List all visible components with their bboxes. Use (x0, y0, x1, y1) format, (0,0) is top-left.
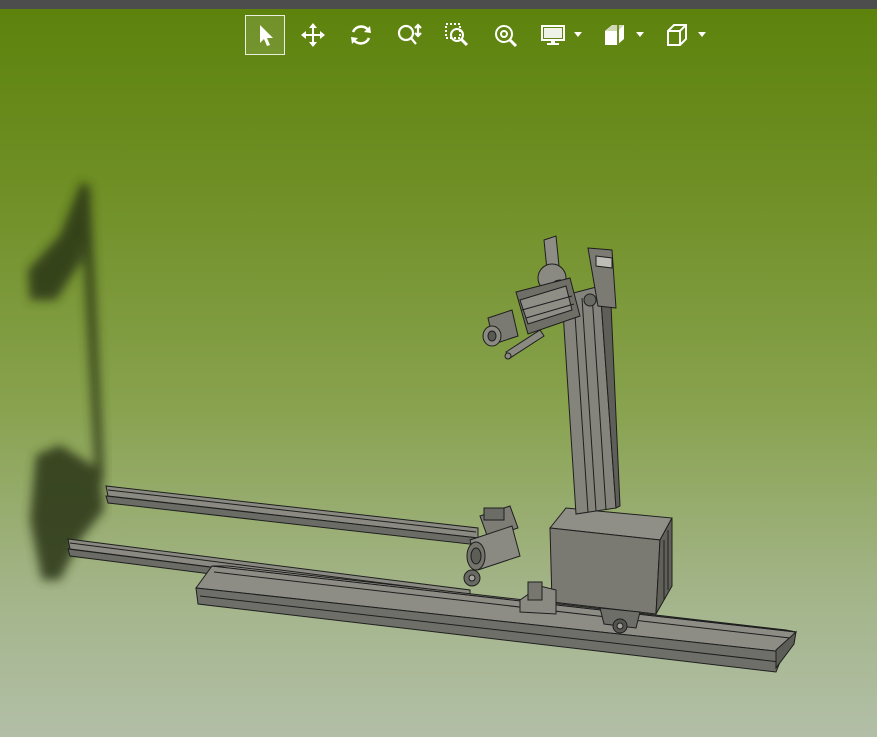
view-orientation-dropdown[interactable] (657, 15, 707, 55)
rail-motor (463, 505, 521, 587)
model-shadow (28, 180, 104, 580)
chevron-down-icon[interactable] (573, 15, 583, 55)
display-mode-dropdown[interactable] (533, 15, 583, 55)
section-cube-icon[interactable] (595, 15, 635, 55)
view-cube-icon[interactable] (657, 15, 697, 55)
zoom-fit-icon[interactable] (485, 15, 525, 55)
3d-viewport[interactable] (0, 0, 877, 737)
zoom-window-icon[interactable] (437, 15, 477, 55)
chevron-down-icon[interactable] (697, 15, 707, 55)
base-channel (195, 565, 797, 673)
monitor-icon[interactable] (533, 15, 573, 55)
rotate-icon[interactable] (341, 15, 381, 55)
cad-model-scene[interactable] (0, 0, 877, 737)
view-toolbar (245, 14, 719, 56)
section-dropdown[interactable] (595, 15, 645, 55)
zoom-updown-icon[interactable] (389, 15, 429, 55)
pan-move-icon[interactable] (293, 15, 333, 55)
chevron-down-icon[interactable] (635, 15, 645, 55)
select-arrow-icon[interactable] (245, 15, 285, 55)
